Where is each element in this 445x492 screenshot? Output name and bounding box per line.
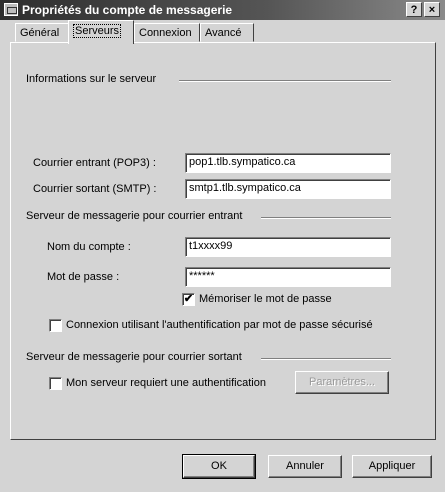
ok-button[interactable]: OK xyxy=(182,454,256,479)
outgoing-mail-server-divider xyxy=(261,358,391,360)
incoming-server-label: Courrier entrant (POP3) : xyxy=(33,157,156,169)
account-name-field[interactable]: t1xxxx99 xyxy=(185,237,391,257)
window-title: Propriétés du compte de messagerie xyxy=(22,3,233,17)
tab-general[interactable]: Général xyxy=(15,23,69,42)
server-info-heading: Informations sur le serveur xyxy=(26,73,157,85)
mail-account-icon xyxy=(4,3,18,16)
incoming-mail-server-divider xyxy=(261,217,391,219)
tab-connection[interactable]: Connexion xyxy=(134,23,200,42)
settings-button[interactable]: Paramètres... xyxy=(295,371,389,394)
outgoing-mail-server-heading: Serveur de messagerie pour courrier sort… xyxy=(26,351,242,363)
server-info-divider xyxy=(179,80,391,82)
cancel-button[interactable]: Annuler xyxy=(268,455,342,478)
remember-password-label: Mémoriser le mot de passe xyxy=(199,293,332,305)
title-bar[interactable]: Propriétés du compte de messagerie ? × xyxy=(0,0,445,20)
outgoing-server-label: Courrier sortant (SMTP) : xyxy=(33,183,157,195)
account-name-label: Nom du compte : xyxy=(47,241,131,253)
remember-password-checkbox[interactable]: ✔ xyxy=(182,293,195,306)
incoming-mail-server-heading: Serveur de messagerie pour courrier entr… xyxy=(26,210,243,222)
tab-servers-label: Serveurs xyxy=(73,24,122,38)
outgoing-server-field[interactable]: smtp1.tlb.sympatico.ca xyxy=(185,179,391,199)
server-auth-checkbox[interactable] xyxy=(49,377,62,390)
servers-panel: Informations sur le serveur Courrier ent… xyxy=(10,42,436,440)
tab-servers[interactable]: Serveurs xyxy=(68,20,134,44)
password-label: Mot de passe : xyxy=(47,271,120,283)
password-field[interactable]: ****** xyxy=(185,267,391,287)
tab-advanced[interactable]: Avancé xyxy=(200,23,254,42)
account-properties-dialog: Propriétés du compte de messagerie ? × G… xyxy=(0,0,445,492)
apply-button[interactable]: Appliquer xyxy=(352,455,432,478)
spa-checkbox[interactable] xyxy=(49,319,62,332)
close-button[interactable]: × xyxy=(424,2,440,17)
server-auth-label: Mon serveur requiert une authentificatio… xyxy=(66,377,266,389)
incoming-server-field[interactable]: pop1.tlb.sympatico.ca xyxy=(185,153,391,173)
spa-label: Connexion utilisant l'authentification p… xyxy=(66,319,373,331)
help-button[interactable]: ? xyxy=(406,2,422,17)
